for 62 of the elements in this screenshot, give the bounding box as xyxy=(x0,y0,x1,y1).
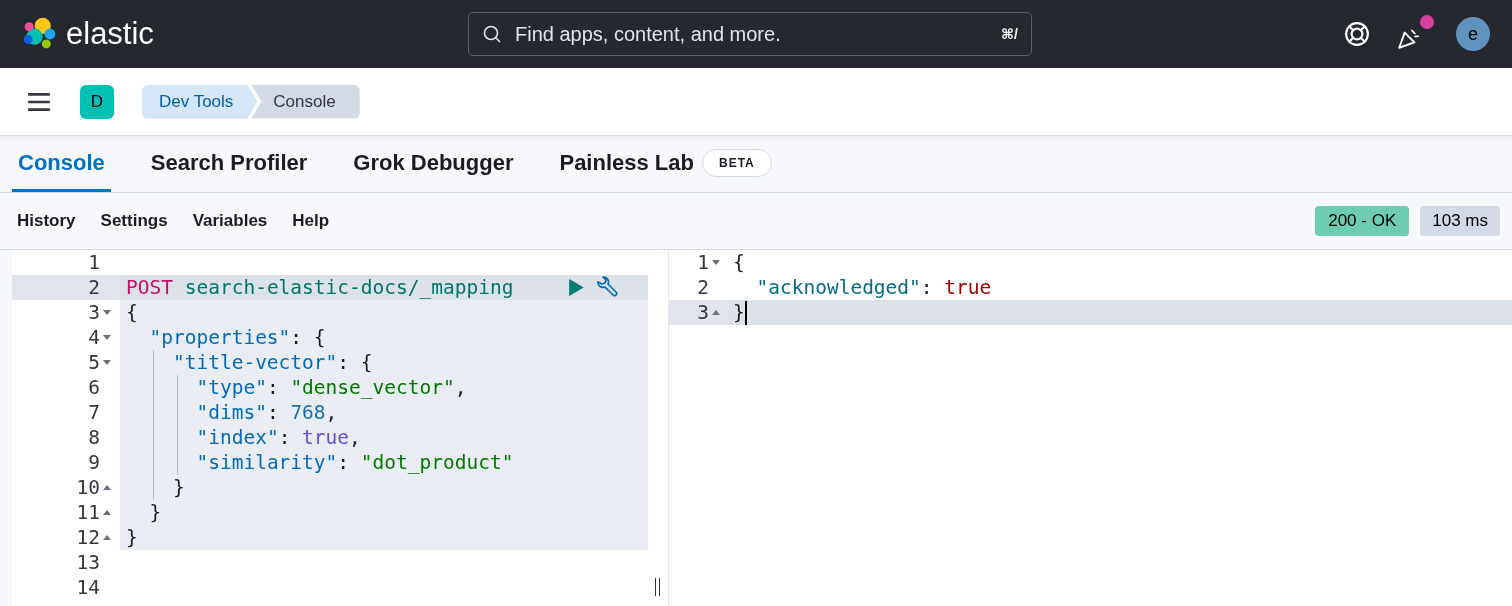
wrench-icon[interactable] xyxy=(594,275,618,300)
tab[interactable]: Search Profiler xyxy=(127,136,331,192)
code-line: "title-vector": { xyxy=(172,350,373,375)
fold-icon[interactable] xyxy=(103,309,111,316)
fold-icon[interactable] xyxy=(103,334,111,341)
request-editor[interactable]: 1 2 POST search-elastic-docs/_mapping 3 { 4 "properties": { 5 "title-vector": { 6 "type": "dense_vector", 7 "dims": 768, 8 "index": true, 9 "similarity": "dot_product" 10 } 11 } 12 } 13 14 xyxy=(12,250,668,606)
line-number: 5 xyxy=(88,350,100,375)
line-number: 11 xyxy=(76,500,100,525)
line-number: 6 xyxy=(88,375,100,400)
line-number: 2 xyxy=(697,275,709,300)
line-number: 9 xyxy=(88,450,100,475)
fold-icon[interactable] xyxy=(103,509,111,516)
line-number: 3 xyxy=(88,300,100,325)
line-number: 3 xyxy=(697,300,709,325)
toolbar-link[interactable]: Help xyxy=(281,211,344,231)
line-number: 4 xyxy=(88,325,100,350)
code-line: "dims": 768, xyxy=(196,400,338,425)
code-line: "properties": { xyxy=(149,325,326,350)
tab[interactable]: Console xyxy=(12,136,111,192)
line-number: 14 xyxy=(76,575,100,600)
code-line: "similarity": "dot_product" xyxy=(196,450,514,475)
toolbar-link[interactable]: History xyxy=(6,211,90,231)
logo-text[interactable]: elastic xyxy=(66,16,154,52)
tab[interactable]: Grok Debugger xyxy=(330,136,537,192)
code-line: "type": "dense_vector", xyxy=(196,375,467,400)
code-line: } xyxy=(126,525,138,550)
toolbar-link[interactable]: Variables xyxy=(181,211,282,231)
code-line: } xyxy=(172,475,185,500)
fold-icon[interactable] xyxy=(103,534,111,541)
code-line: { xyxy=(126,300,138,325)
code-line: "acknowledged": true xyxy=(756,275,992,300)
code-line: } xyxy=(733,300,745,325)
status-badge: 200 - OK xyxy=(1315,206,1410,236)
line-number: 1 xyxy=(697,250,709,275)
line-number: 13 xyxy=(76,550,100,575)
tab[interactable]: Painless Lab BETA xyxy=(536,136,795,192)
line-number: 12 xyxy=(76,525,100,550)
resize-handle[interactable] xyxy=(655,578,660,596)
fold-icon[interactable] xyxy=(712,309,720,316)
beta-badge: BETA xyxy=(701,148,772,177)
user-avatar[interactable]: e xyxy=(1456,17,1490,51)
line-number: 8 xyxy=(88,425,100,450)
toolbar-link[interactable]: Settings xyxy=(89,211,182,231)
code-line: POST search-elastic-docs/_mapping xyxy=(126,275,514,300)
help-icon[interactable] xyxy=(1344,21,1370,47)
code-line: { xyxy=(733,250,745,275)
shortcut-hint: ⌘/ xyxy=(1001,26,1018,42)
code-line: } xyxy=(149,500,162,525)
line-number: 1 xyxy=(88,250,100,275)
line-number: 7 xyxy=(88,400,100,425)
line-number: 10 xyxy=(76,475,100,500)
space-avatar[interactable]: D xyxy=(80,84,114,119)
duration-badge: 103 ms xyxy=(1420,206,1500,236)
code-line: "index": true, xyxy=(196,425,361,450)
line-number: 2 xyxy=(88,275,100,300)
breadcrumb[interactable]: Console xyxy=(251,84,360,119)
fold-icon[interactable] xyxy=(103,484,111,491)
fold-icon[interactable] xyxy=(712,259,720,266)
breadcrumb[interactable]: Dev Tools xyxy=(142,84,258,119)
fold-icon[interactable] xyxy=(103,359,111,366)
search-icon xyxy=(482,24,502,44)
play-icon[interactable] xyxy=(569,279,584,296)
